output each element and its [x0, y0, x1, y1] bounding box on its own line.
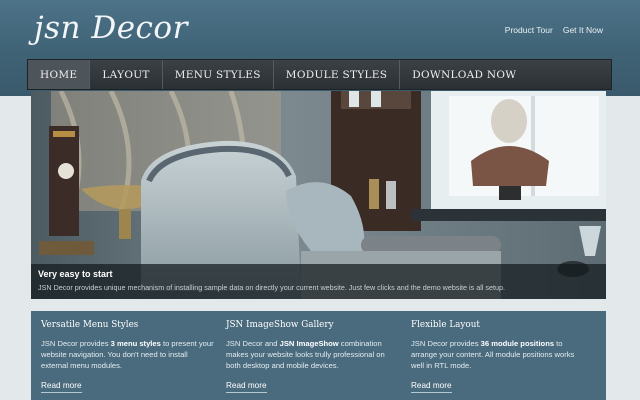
menu-item-menu-styles[interactable]: MENU STYLES [163, 60, 274, 89]
top-links: Product Tour Get It Now [505, 25, 603, 35]
menu-item-module-styles[interactable]: MODULE STYLES [274, 60, 401, 89]
product-tour-link[interactable]: Product Tour [505, 25, 553, 35]
hero-caption: Very easy to start JSN Decor provides un… [31, 264, 606, 299]
hero-caption-text: JSN Decor provides unique mechanism of i… [38, 283, 506, 292]
hero-slideshow[interactable]: Very easy to start JSN Decor provides un… [31, 91, 606, 299]
feature-body: JSN Decor provides 3 menu styles to pres… [41, 339, 214, 370]
feature-menu-styles: Versatile Menu Styles JSN Decor provides… [41, 320, 226, 400]
menu-item-layout[interactable]: LAYOUT [90, 60, 163, 89]
feature-imageshow: JSN ImageShow Gallery JSN Decor and JSN … [226, 320, 411, 400]
hero-caption-title: Very easy to start [38, 269, 113, 279]
feature-title: JSN ImageShow Gallery [226, 320, 334, 330]
feature-flexible-layout: Flexible Layout JSN Decor provides 36 mo… [411, 320, 596, 400]
menu-item-home[interactable]: HOME [28, 60, 91, 89]
feature-highlight: 3 menu styles [110, 339, 161, 348]
feature-body: JSN Decor and JSN ImageShow combination … [226, 339, 385, 370]
feature-highlight: JSN ImageShow [279, 339, 339, 348]
feature-title: Flexible Layout [411, 320, 480, 330]
read-more-link[interactable]: Read more [411, 381, 452, 393]
get-it-now-link[interactable]: Get It Now [563, 25, 603, 35]
read-more-link[interactable]: Read more [41, 381, 82, 393]
feature-title: Versatile Menu Styles [41, 320, 139, 330]
feature-body: JSN Decor provides 36 module positions t… [411, 339, 575, 370]
main-menu: HOME LAYOUT MENU STYLES MODULE STYLES DO… [27, 59, 612, 90]
features-section: Versatile Menu Styles JSN Decor provides… [31, 311, 606, 400]
feature-highlight: 36 module positions [480, 339, 555, 348]
site-logo[interactable]: jsn Decor [34, 6, 188, 50]
menu-item-download-now[interactable]: DOWNLOAD NOW [400, 60, 528, 89]
read-more-link[interactable]: Read more [226, 381, 267, 393]
